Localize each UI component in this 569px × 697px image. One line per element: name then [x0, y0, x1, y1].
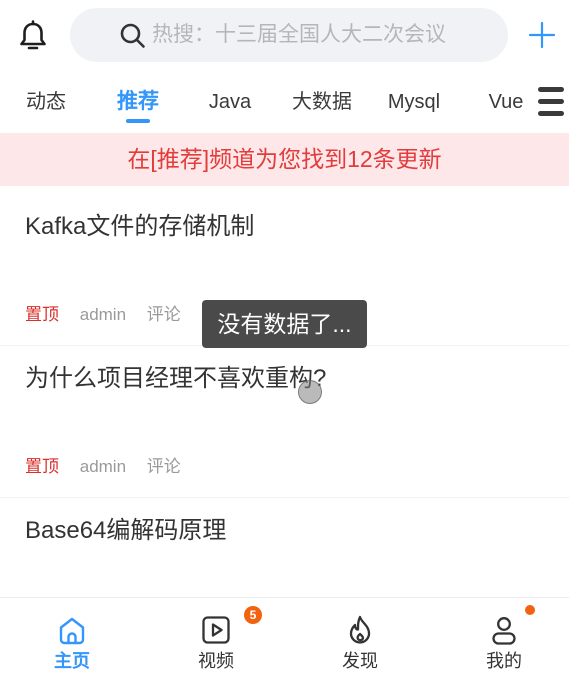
video-count-badge: 5 — [244, 606, 262, 624]
tab-bigdata[interactable]: 大数据 — [276, 70, 368, 132]
search-bar[interactable] — [70, 8, 508, 62]
search-icon — [120, 23, 145, 48]
menu-bar — [538, 99, 564, 104]
article-meta: 置顶 admin 评论 — [25, 455, 197, 479]
top-bar — [0, 0, 569, 70]
bottom-nav: 主页 5 视频 发现 我的 — [0, 597, 569, 697]
tab-label: Vue — [488, 91, 524, 113]
nav-video[interactable]: 5 视频 — [156, 598, 276, 697]
tab-label: Java — [208, 91, 252, 113]
nav-label: 主页 — [54, 651, 90, 671]
fire-icon — [349, 615, 371, 644]
article-author: admin — [79, 457, 127, 476]
notification-dot — [525, 605, 535, 615]
nav-profile[interactable]: 我的 — [444, 598, 564, 697]
article-author: admin — [79, 305, 127, 324]
tab-java[interactable]: Java — [184, 70, 276, 132]
menu-bar — [538, 111, 564, 116]
pinned-tag: 置顶 — [25, 457, 59, 476]
nav-home[interactable]: 主页 — [12, 598, 132, 697]
tab-label: Mysql — [387, 91, 441, 113]
nav-discover[interactable]: 发现 — [300, 598, 420, 697]
channel-tabs: 动态 推荐 Java 大数据 Mysql Vue — [0, 70, 569, 132]
article-title: Kafka文件的存储机制 — [25, 213, 255, 240]
tab-label: 动态 — [26, 91, 66, 113]
update-notice-banner: 在[推荐]频道为您找到12条更新 — [0, 133, 569, 186]
nav-label: 视频 — [198, 651, 234, 671]
video-icon — [202, 616, 230, 644]
menu-bar — [538, 87, 564, 92]
article-list: Kafka文件的存储机制 置顶 admin 评论 为什么项目经理不喜欢重构? 置… — [0, 194, 569, 650]
article-meta: 置顶 admin 评论 — [25, 303, 197, 327]
comment-link[interactable]: 评论 — [147, 455, 181, 479]
user-icon — [492, 617, 516, 645]
nav-label: 发现 — [342, 651, 378, 671]
home-icon — [59, 617, 85, 645]
no-more-data-toast: 没有数据了... — [202, 300, 367, 348]
plus-icon[interactable] — [528, 21, 556, 49]
tab-label: 推荐 — [117, 90, 159, 113]
article-item[interactable]: 为什么项目经理不喜欢重构? 置顶 admin 评论 — [0, 346, 569, 498]
article-title: 为什么项目经理不喜欢重构? — [25, 365, 327, 392]
touch-indicator — [298, 380, 322, 404]
tab-label: 大数据 — [292, 91, 352, 113]
tab-recommend[interactable]: 推荐 — [92, 70, 184, 132]
hamburger-menu-icon[interactable] — [538, 87, 564, 116]
tab-mysql[interactable]: Mysql — [368, 70, 460, 132]
tab-active-underline — [126, 119, 150, 123]
search-input[interactable] — [152, 8, 492, 62]
comment-link[interactable]: 评论 — [147, 303, 181, 327]
bell-icon[interactable] — [16, 18, 50, 52]
nav-label: 我的 — [486, 651, 522, 671]
tab-dongtai[interactable]: 动态 — [0, 70, 92, 132]
pinned-tag: 置顶 — [25, 305, 59, 324]
article-title: Base64编解码原理 — [25, 517, 227, 544]
